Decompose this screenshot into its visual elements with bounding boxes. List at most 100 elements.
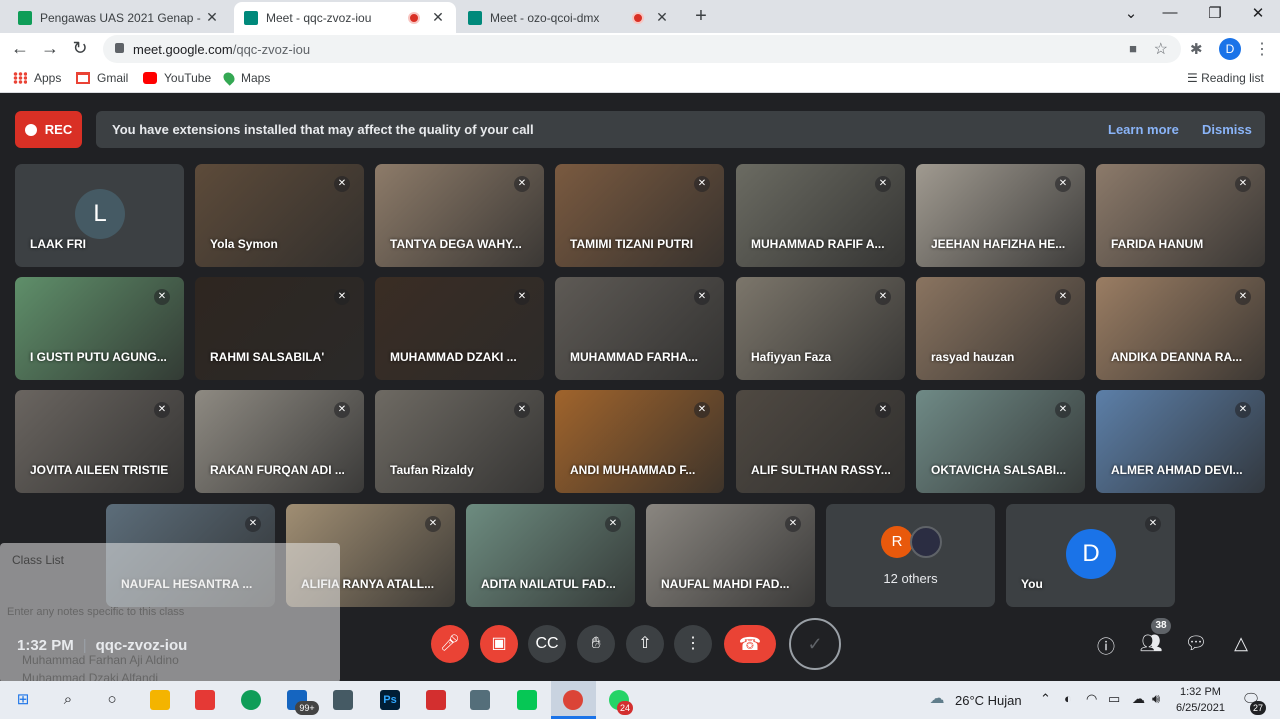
participant-tile[interactable]: rasyad hauzan ✕ [916,277,1085,380]
mic-off-icon: ✕ [694,402,710,418]
participant-name: ALMER AHMAD DEVI... [1111,463,1243,477]
youtube-icon [143,72,157,84]
participant-tile[interactable]: MUHAMMAD RAFIF A... ✕ [736,164,905,267]
gift-icon[interactable] [195,690,215,710]
chrome-taskbar-button[interactable] [551,681,596,719]
maximize-button[interactable]: ❐ [1203,4,1227,22]
self-avatar: D [1066,529,1116,579]
edge-icon[interactable] [241,690,261,710]
camera-icon[interactable]: ■ [1129,41,1137,56]
class-notes-field[interactable]: Enter any notes specific to this class [2,601,336,631]
address-bar[interactable]: meet.google.com/qqc-zvoz-iou ■ ☆ [103,35,1181,63]
bookmark-star-icon[interactable]: ☆ [1154,39,1168,59]
self-tile[interactable]: D You ✕ [1006,504,1175,607]
new-tab-button[interactable]: + [690,5,712,28]
participant-tile[interactable]: Yola Symon ✕ [195,164,364,267]
close-icon[interactable]: ✕ [654,9,670,26]
bookmark-gmail[interactable]: Gmail [76,71,128,85]
leave-call-button[interactable]: ☎ [724,625,776,663]
search-icon[interactable]: ⌕ [57,689,79,711]
mic-off-icon: ✕ [514,176,530,192]
participant-tile[interactable]: I GUSTI PUTU AGUNG... ✕ [15,277,184,380]
line-icon[interactable] [517,690,537,710]
participant-tile[interactable]: ADITA NAILATUL FAD... ✕ [466,504,635,607]
acrobat-icon[interactable] [426,690,446,710]
participant-tile[interactable]: OKTAVICHA SALSABI... ✕ [916,390,1085,493]
taskbar-clock[interactable]: 1:32 PM 6/25/2021 [1176,684,1225,716]
raise-hand-button[interactable]: ✋︎ [577,625,615,663]
participant-tile[interactable]: ANDIKA DEANNA RA... ✕ [1096,277,1265,380]
participant-tile[interactable]: RAHMI SALSABILA' ✕ [195,277,364,380]
participant-tile[interactable]: TAMIMI TIZANI PUTRI ✕ [555,164,724,267]
participant-name: LAAK FRI [30,237,86,251]
photoshop-icon[interactable]: Ps [380,690,400,710]
bookmark-maps[interactable]: Maps [221,70,270,86]
task-view-icon[interactable]: ○ [101,689,123,711]
participant-tile[interactable]: NAUFAL MAHDI FAD... ✕ [646,504,815,607]
participant-tile[interactable]: JOVITA AILEEN TRISTIE ✕ [15,390,184,493]
mic-off-button[interactable]: 🎤︎ [431,625,469,663]
tab-meet-ozo[interactable]: Meet - ozo-qcoi-dmx ✕ [458,2,680,33]
camera-off-button[interactable]: ▣ [480,625,518,663]
extension-button[interactable]: ✓ [789,618,841,670]
participant-tile[interactable]: FARIDA HANUM ✕ [1096,164,1265,267]
people-icon[interactable]: 👥︎ [1139,633,1163,654]
captions-button[interactable]: CC [528,625,566,663]
store-icon[interactable] [333,690,353,710]
tab-pengawas[interactable]: Pengawas UAS 2021 Genap - Goo ✕ [8,2,230,33]
lock-icon [115,43,124,53]
bookmark-youtube[interactable]: YouTube [143,71,211,85]
network-icon[interactable]: ◐ [1064,691,1072,706]
forward-button[interactable]: → [39,38,61,59]
participant-tile[interactable]: Taufan Rizaldy ✕ [375,390,544,493]
menu-icon[interactable]: ⋮ [1254,39,1270,59]
participant-name: RAHMI SALSABILA' [210,350,325,364]
class-list-row[interactable]: Muhammad Farhan Aji Aldino [22,653,179,667]
tab-meet-qqc[interactable]: Meet - qqc-zvoz-iou ✕ [234,2,456,33]
activities-icon[interactable]: △ [1229,633,1253,654]
participant-tile[interactable]: MUHAMMAD DZAKI ... ✕ [375,277,544,380]
tab-search-icon[interactable]: ⌄ [1119,4,1143,22]
file-explorer-icon[interactable] [150,690,170,710]
extensions-warning-banner: You have extensions installed that may a… [96,111,1265,148]
reading-list-button[interactable]: ☰ Reading list [1187,71,1264,85]
3d-viewer-icon[interactable] [470,690,490,710]
participant-name: RAKAN FURQAN ADI ... [210,463,345,477]
participant-tile[interactable]: RAKAN FURQAN ADI ... ✕ [195,390,364,493]
more-options-button[interactable]: ⋮ [674,625,712,663]
weather-text[interactable]: 26°C Hujan [955,693,1022,708]
dismiss-button[interactable]: Dismiss [1202,122,1252,137]
onedrive-icon[interactable]: ☁ [1132,691,1145,707]
learn-more-link[interactable]: Learn more [1108,122,1179,137]
mic-off-icon: ✕ [875,402,891,418]
weather-cloud-icon: ☁ [929,690,945,707]
chat-icon[interactable]: 💬︎ [1184,633,1208,654]
profile-avatar[interactable]: D [1219,38,1241,60]
volume-icon[interactable]: 🔊︎ [1152,691,1160,707]
back-button[interactable]: ← [9,38,31,59]
participant-tile[interactable]: L LAAK FRI [15,164,184,267]
participant-tile[interactable]: ALIF SULTHAN RASSY... ✕ [736,390,905,493]
close-icon[interactable]: ✕ [204,9,220,26]
minimize-button[interactable]: — [1158,4,1182,21]
participant-tile[interactable]: ANDI MUHAMMAD F... ✕ [555,390,724,493]
close-window-button[interactable]: ✕ [1246,4,1270,22]
participant-tile[interactable]: JEEHAN HAFIZHA HE... ✕ [916,164,1085,267]
system-tray-chevron-icon[interactable]: ⌃ [1040,691,1051,707]
extensions-icon[interactable]: ✱ [1190,40,1203,58]
participant-tile[interactable]: ALMER AHMAD DEVI... ✕ [1096,390,1265,493]
battery-icon[interactable]: ▭ [1108,691,1120,707]
meeting-details-icon[interactable]: ⓘ [1094,633,1118,659]
class-list-overlay[interactable]: Class List Enter any notes specific to t… [0,543,340,685]
bookmark-apps[interactable]: Apps [13,71,61,85]
participant-tile[interactable]: Hafiyyan Faza ✕ [736,277,905,380]
wifi-icon[interactable]: ◠ [1086,691,1097,707]
reload-button[interactable]: ↻ [69,38,91,59]
windows-start-icon[interactable]: ⊞ [12,689,34,711]
participant-tile[interactable]: MUHAMMAD FARHA... ✕ [555,277,724,380]
others-tile[interactable]: R 12 others [826,504,995,607]
clock-time: 1:32 PM [1179,686,1221,698]
participant-tile[interactable]: TANTYA DEGA WAHY... ✕ [375,164,544,267]
present-button[interactable]: ⇧ [626,625,664,663]
close-icon[interactable]: ✕ [430,9,446,26]
